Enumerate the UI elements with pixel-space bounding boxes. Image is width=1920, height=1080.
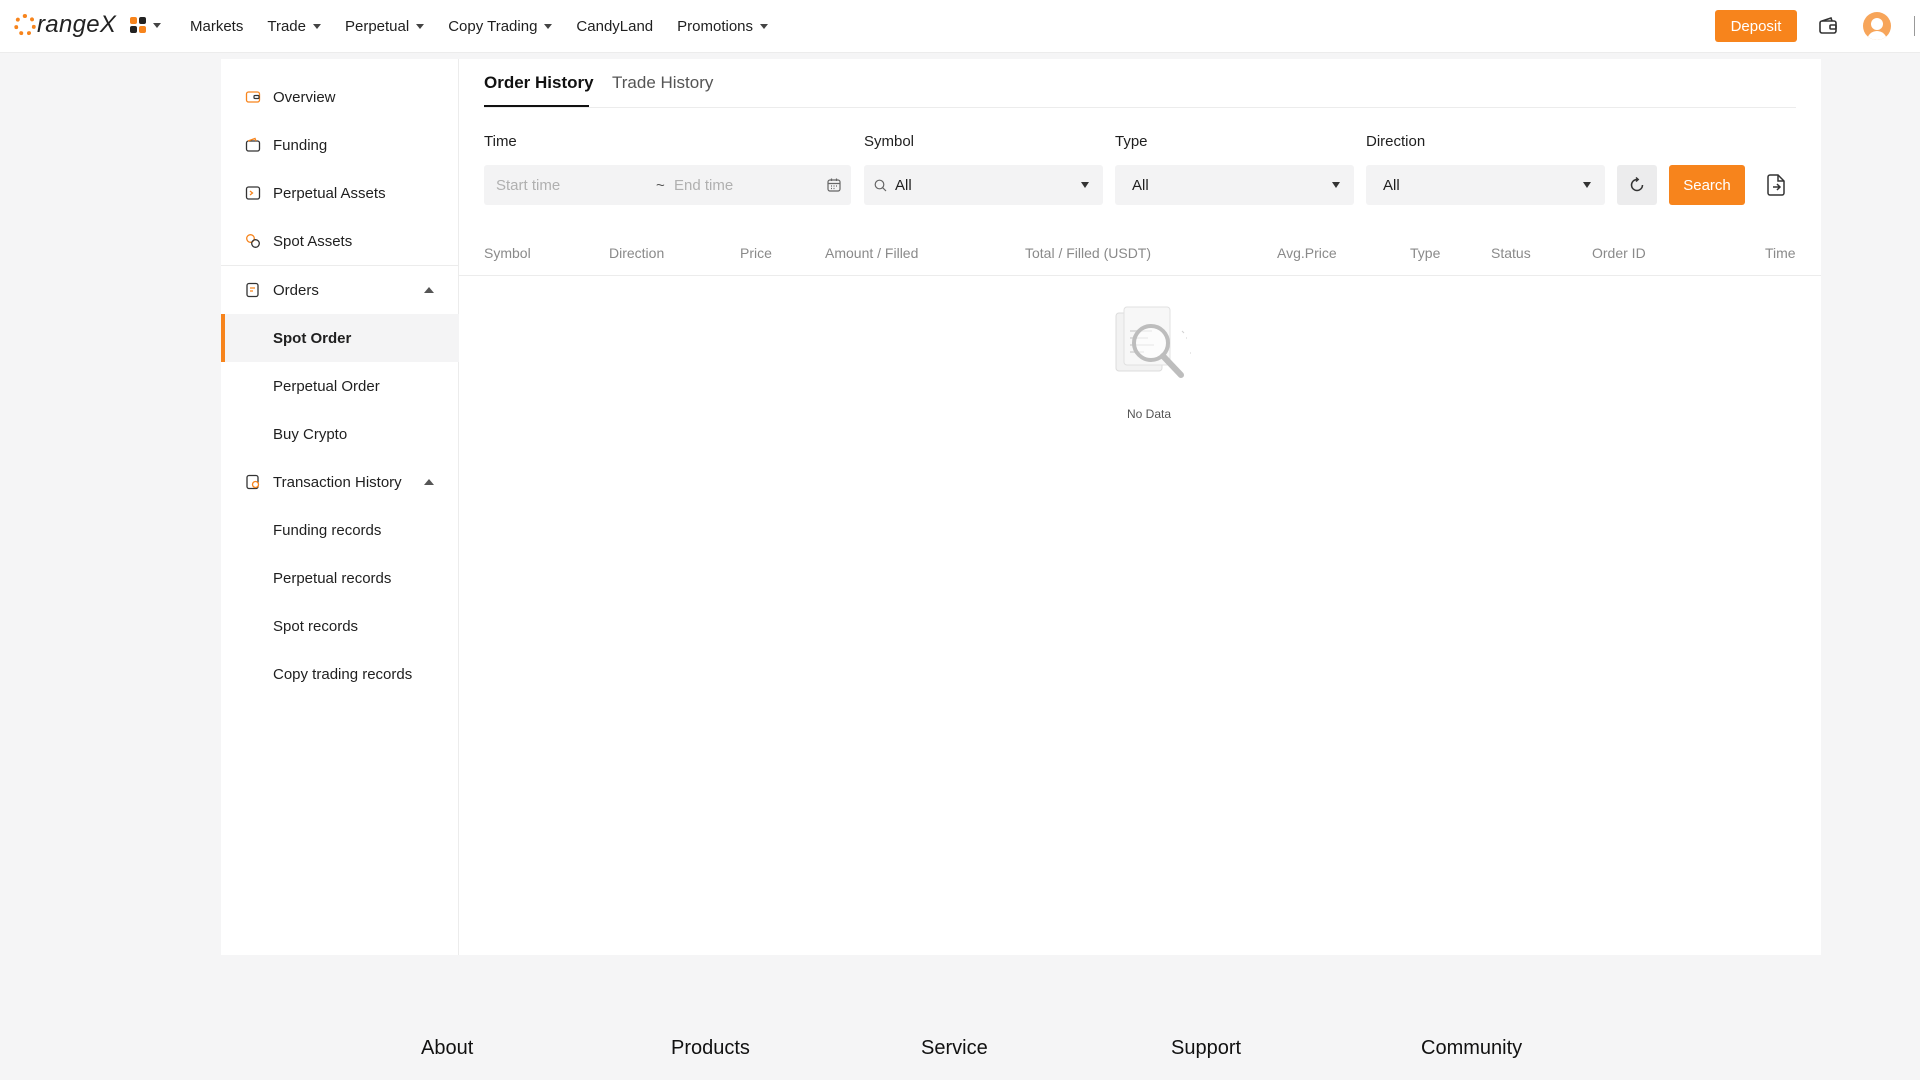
logo-mark-icon	[14, 14, 36, 36]
footer-heading-service: Service	[921, 1037, 988, 1059]
symbol-filter-label: Symbol	[864, 133, 915, 150]
time-range-picker[interactable]: ~	[484, 165, 851, 205]
direction-select-value: All	[1383, 176, 1400, 194]
sidebar-item-overview[interactable]: Overview	[221, 73, 459, 121]
funding-wallet-icon	[245, 137, 261, 152]
nav-copy-trading[interactable]: Copy Trading	[448, 18, 553, 35]
sidebar-item-perpetual-records[interactable]: Perpetual records	[221, 554, 459, 602]
sidebar-item-spot-records[interactable]: Spot records	[221, 602, 459, 650]
type-select[interactable]: All	[1115, 165, 1354, 205]
footer-heading-about: About	[421, 1037, 474, 1059]
active-tab-indicator	[484, 105, 589, 107]
sidebar-item-perpetual-assets[interactable]: Perpetual Assets	[221, 169, 459, 217]
nav-promotions[interactable]: Promotions	[677, 18, 769, 35]
no-data-illustration-icon	[1115, 306, 1191, 378]
column-header-type: Type	[1410, 245, 1441, 261]
end-time-input[interactable]	[674, 176, 814, 194]
history-tabs: Order History Trade History	[484, 59, 1796, 108]
chevron-down-icon	[1081, 182, 1089, 188]
logo-text: rangeX	[37, 11, 117, 38]
tab-trade-history[interactable]: Trade History	[612, 73, 713, 93]
sidebar-group-orders[interactable]: Orders	[221, 266, 459, 314]
reset-filters-button[interactable]	[1617, 165, 1657, 205]
sidebar-item-copy-trading-records[interactable]: Copy trading records	[221, 650, 459, 698]
footer-heading-products: Products	[671, 1037, 750, 1059]
empty-state: No Data	[1089, 305, 1209, 421]
sidebar-item-spot-order[interactable]: Spot Order	[221, 314, 459, 362]
start-time-input[interactable]	[496, 176, 636, 194]
chevron-down-icon	[416, 23, 425, 29]
column-header-status: Status	[1491, 245, 1531, 261]
user-avatar[interactable]	[1863, 12, 1891, 40]
nav-trade[interactable]: Trade	[267, 18, 321, 35]
sidebar-item-perpetual-order[interactable]: Perpetual Order	[221, 362, 459, 410]
nav-markets[interactable]: Markets	[190, 18, 243, 35]
deposit-button[interactable]: Deposit	[1715, 10, 1797, 42]
column-header-price: Price	[740, 245, 772, 261]
sidebar-item-spot-assets[interactable]: Spot Assets	[221, 217, 459, 265]
spot-assets-icon	[246, 234, 260, 248]
main-nav: Markets Trade Perpetual Copy Trading Can…	[190, 0, 792, 52]
sidebar-item-funding-records[interactable]: Funding records	[221, 506, 459, 554]
column-header-direction: Direction	[609, 245, 665, 261]
chevron-down-icon	[544, 23, 553, 29]
search-button[interactable]: Search	[1669, 165, 1745, 205]
footer-heading-support: Support	[1171, 1037, 1242, 1059]
column-header-symbol: Symbol	[484, 245, 531, 261]
column-header-total-filled: Total / Filled (USDT)	[1025, 245, 1152, 261]
orders-table-header: Symbol Direction Price Amount / Filled T…	[459, 231, 1821, 276]
time-filter-label: Time	[484, 133, 517, 150]
direction-select[interactable]: All	[1366, 165, 1605, 205]
apps-menu-button[interactable]	[130, 17, 161, 33]
chevron-down-icon	[760, 23, 769, 29]
account-sidebar: Overview Funding Perpetual Assets Spot A…	[221, 59, 459, 955]
nav-perpetual[interactable]: Perpetual	[345, 18, 425, 35]
divider	[1914, 16, 1915, 36]
empty-state-text: No Data	[1126, 407, 1172, 421]
wallet-icon	[245, 91, 261, 103]
column-header-avg-price: Avg.Price	[1277, 245, 1337, 261]
calendar-icon[interactable]	[826, 177, 842, 193]
column-header-order-id: Order ID	[1592, 245, 1646, 261]
orangex-logo[interactable]: rangeX	[14, 11, 116, 39]
nav-candyland[interactable]: CandyLand	[576, 18, 653, 35]
footer-heading-community: Community	[1421, 1037, 1523, 1059]
type-filter-label: Type	[1115, 133, 1148, 150]
search-icon	[874, 179, 887, 192]
orders-icon	[246, 282, 259, 298]
sidebar-group-transaction-history[interactable]: Transaction History	[221, 458, 459, 506]
symbol-select[interactable]: All	[864, 165, 1103, 205]
chevron-down-icon	[1583, 182, 1591, 188]
type-select-value: All	[1132, 176, 1149, 194]
symbol-select-value: All	[895, 176, 912, 194]
chevron-down-icon	[153, 22, 161, 28]
chevron-down-icon	[312, 23, 321, 29]
main-content: Order History Trade History Time Symbol …	[459, 59, 1821, 955]
refresh-icon	[1630, 176, 1644, 192]
column-header-time: Time	[1765, 245, 1796, 261]
chevron-down-icon	[1332, 182, 1340, 188]
history-icon	[246, 474, 260, 490]
sidebar-item-buy-crypto[interactable]: Buy Crypto	[221, 410, 459, 458]
tab-order-history[interactable]: Order History	[484, 73, 594, 93]
export-icon[interactable]	[1764, 173, 1788, 197]
sidebar-item-funding[interactable]: Funding	[221, 121, 459, 169]
apps-grid-icon	[130, 17, 146, 33]
top-navbar: rangeX Markets Trade Perpetual Copy Trad…	[0, 0, 1920, 53]
direction-filter-label: Direction	[1366, 133, 1426, 150]
wallet-icon[interactable]	[1818, 16, 1838, 36]
chevron-up-icon	[424, 287, 434, 293]
column-header-amount-filled: Amount / Filled	[825, 245, 919, 261]
perpetual-assets-icon	[245, 186, 261, 200]
chevron-up-icon	[424, 479, 434, 485]
range-separator: ~	[656, 176, 665, 194]
